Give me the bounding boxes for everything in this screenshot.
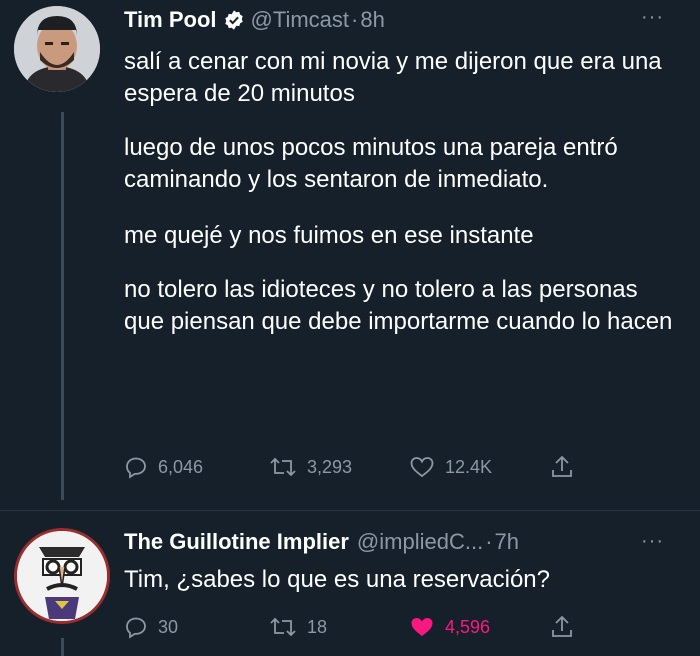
thread-connector-line xyxy=(61,112,64,500)
reply-tweet[interactable]: The Guillotine Implier @impliedC... · 7h… xyxy=(0,510,700,656)
time-separator: · xyxy=(485,529,493,554)
tweet-paragraph: salí a cenar con mi novia y me dijeron q… xyxy=(124,48,662,107)
reply-count: 30 xyxy=(158,616,179,637)
author-name[interactable]: Tim Pool xyxy=(124,7,217,33)
reply-author-name[interactable]: The Guillotine Implier xyxy=(124,529,349,555)
share-icon xyxy=(552,455,572,477)
like-icon xyxy=(411,618,433,636)
tweet-paragraph: no tolero las idioteces y no tolero a la… xyxy=(124,276,673,335)
retweet-button[interactable]: 18 xyxy=(269,615,409,639)
retweet-icon xyxy=(270,617,296,637)
retweet-count: 3,293 xyxy=(307,456,353,477)
avatar-guillotine-implier[interactable] xyxy=(14,528,110,624)
avatar-image xyxy=(17,531,107,621)
reply-icon xyxy=(126,457,146,479)
tweet-paragraph: luego de unos pocos minutos una pareja e… xyxy=(124,134,618,193)
tweet-paragraph: me quejé y nos fuimos en ese instante xyxy=(124,222,534,249)
retweet-count: 18 xyxy=(307,616,328,637)
reply-actions: 30 18 4,596 xyxy=(124,614,585,640)
like-count: 4,596 xyxy=(445,616,491,637)
retweet-button[interactable]: 3,293 xyxy=(269,455,409,479)
like-button[interactable]: 12.4K xyxy=(409,455,549,479)
more-icon[interactable]: ··· xyxy=(641,530,664,553)
author-handle[interactable]: @Timcast xyxy=(251,7,350,33)
reply-text: Tim, ¿sabes lo que es una reservación? xyxy=(124,566,550,593)
share-button[interactable] xyxy=(549,614,585,640)
reply-button[interactable]: 6,046 xyxy=(124,455,269,479)
tweet-header: Tim Pool @Timcast · 8h xyxy=(124,5,385,35)
reply-time[interactable]: 7h xyxy=(495,529,519,555)
time-separator: · xyxy=(351,7,359,32)
more-icon[interactable]: ··· xyxy=(641,6,664,29)
reply-count: 6,046 xyxy=(158,456,204,477)
tweet-time[interactable]: 8h xyxy=(360,7,384,33)
like-button-active[interactable]: 4,596 xyxy=(409,615,549,639)
avatar-image xyxy=(14,6,100,92)
main-tweet[interactable]: Tim Pool @Timcast · 8h ··· salí a cenar … xyxy=(0,0,700,500)
tweet-text: salí a cenar con mi novia y me dijeron q… xyxy=(124,46,684,360)
verified-badge-icon xyxy=(224,10,243,30)
tweet-actions: 6,046 3,293 12.4K xyxy=(124,454,585,480)
thread-connector-line-below xyxy=(61,638,64,656)
reply-header: The Guillotine Implier @impliedC... · 7h xyxy=(124,527,519,557)
share-icon xyxy=(552,615,572,637)
avatar-tim-pool[interactable] xyxy=(14,6,100,92)
like-count: 12.4K xyxy=(445,456,493,477)
share-button[interactable] xyxy=(549,454,585,480)
reply-icon xyxy=(126,617,146,639)
retweet-icon xyxy=(270,457,296,477)
like-icon xyxy=(410,457,434,478)
reply-author-handle[interactable]: @impliedC... xyxy=(357,529,483,555)
reply-button[interactable]: 30 xyxy=(124,615,269,639)
